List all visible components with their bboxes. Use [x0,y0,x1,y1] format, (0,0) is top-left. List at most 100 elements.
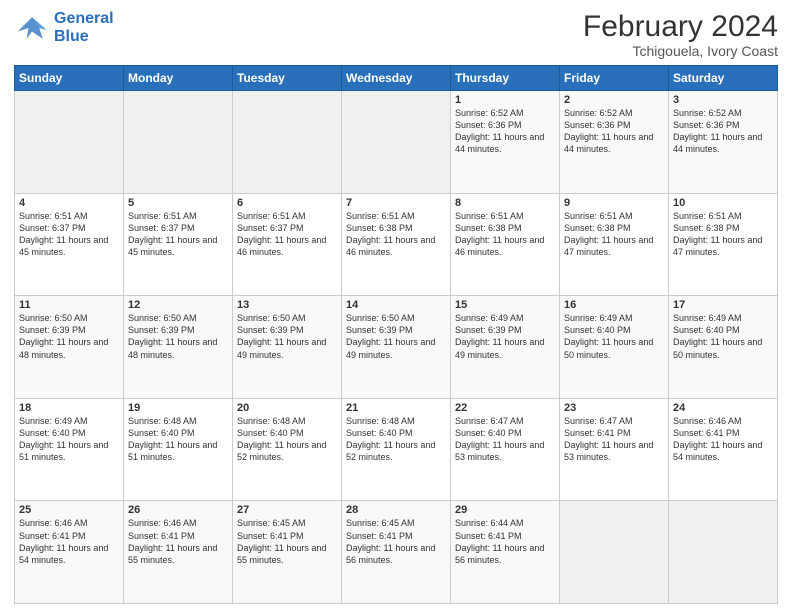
day-info: Sunrise: 6:50 AM Sunset: 6:39 PM Dayligh… [237,312,337,361]
day-info: Sunrise: 6:51 AM Sunset: 6:38 PM Dayligh… [346,210,446,259]
day-info: Sunrise: 6:51 AM Sunset: 6:38 PM Dayligh… [455,210,555,259]
calendar-week-row: 11Sunrise: 6:50 AM Sunset: 6:39 PM Dayli… [15,296,778,399]
day-info: Sunrise: 6:50 AM Sunset: 6:39 PM Dayligh… [19,312,119,361]
table-row: 23Sunrise: 6:47 AM Sunset: 6:41 PM Dayli… [560,398,669,501]
day-number: 16 [564,299,664,311]
day-info: Sunrise: 6:50 AM Sunset: 6:39 PM Dayligh… [128,312,228,361]
calendar-week-row: 18Sunrise: 6:49 AM Sunset: 6:40 PM Dayli… [15,398,778,501]
table-row: 2Sunrise: 6:52 AM Sunset: 6:36 PM Daylig… [560,91,669,194]
day-info: Sunrise: 6:51 AM Sunset: 6:38 PM Dayligh… [564,210,664,259]
table-row: 11Sunrise: 6:50 AM Sunset: 6:39 PM Dayli… [15,296,124,399]
day-number: 9 [564,197,664,209]
header: General Blue February 2024 Tchigouela, I… [14,10,778,59]
table-row: 22Sunrise: 6:47 AM Sunset: 6:40 PM Dayli… [451,398,560,501]
day-info: Sunrise: 6:52 AM Sunset: 6:36 PM Dayligh… [455,107,555,156]
table-row: 29Sunrise: 6:44 AM Sunset: 6:41 PM Dayli… [451,501,560,604]
day-number: 4 [19,197,119,209]
day-info: Sunrise: 6:51 AM Sunset: 6:38 PM Dayligh… [673,210,773,259]
day-number: 11 [19,299,119,311]
day-number: 10 [673,197,773,209]
day-number: 13 [237,299,337,311]
calendar-header-wednesday: Wednesday [342,66,451,91]
logo-bird-icon [14,10,50,46]
table-row: 7Sunrise: 6:51 AM Sunset: 6:38 PM Daylig… [342,193,451,296]
day-info: Sunrise: 6:47 AM Sunset: 6:40 PM Dayligh… [455,415,555,464]
calendar-header-sunday: Sunday [15,66,124,91]
day-number: 27 [237,504,337,516]
table-row: 28Sunrise: 6:45 AM Sunset: 6:41 PM Dayli… [342,501,451,604]
table-row [124,91,233,194]
day-number: 21 [346,402,446,414]
table-row: 6Sunrise: 6:51 AM Sunset: 6:37 PM Daylig… [233,193,342,296]
logo: General Blue [14,10,114,46]
calendar-header-saturday: Saturday [669,66,778,91]
table-row: 13Sunrise: 6:50 AM Sunset: 6:39 PM Dayli… [233,296,342,399]
table-row [15,91,124,194]
day-info: Sunrise: 6:51 AM Sunset: 6:37 PM Dayligh… [19,210,119,259]
table-row: 4Sunrise: 6:51 AM Sunset: 6:37 PM Daylig… [15,193,124,296]
day-info: Sunrise: 6:48 AM Sunset: 6:40 PM Dayligh… [346,415,446,464]
table-row: 14Sunrise: 6:50 AM Sunset: 6:39 PM Dayli… [342,296,451,399]
table-row: 24Sunrise: 6:46 AM Sunset: 6:41 PM Dayli… [669,398,778,501]
day-number: 18 [19,402,119,414]
day-number: 23 [564,402,664,414]
day-number: 6 [237,197,337,209]
day-info: Sunrise: 6:49 AM Sunset: 6:40 PM Dayligh… [19,415,119,464]
day-info: Sunrise: 6:52 AM Sunset: 6:36 PM Dayligh… [673,107,773,156]
table-row: 19Sunrise: 6:48 AM Sunset: 6:40 PM Dayli… [124,398,233,501]
logo-general: General [54,10,114,27]
table-row [233,91,342,194]
table-row: 12Sunrise: 6:50 AM Sunset: 6:39 PM Dayli… [124,296,233,399]
day-info: Sunrise: 6:45 AM Sunset: 6:41 PM Dayligh… [346,517,446,566]
table-row: 10Sunrise: 6:51 AM Sunset: 6:38 PM Dayli… [669,193,778,296]
calendar-header-row: SundayMondayTuesdayWednesdayThursdayFrid… [15,66,778,91]
table-row: 3Sunrise: 6:52 AM Sunset: 6:36 PM Daylig… [669,91,778,194]
calendar-header-thursday: Thursday [451,66,560,91]
table-row: 27Sunrise: 6:45 AM Sunset: 6:41 PM Dayli… [233,501,342,604]
day-number: 5 [128,197,228,209]
table-row: 17Sunrise: 6:49 AM Sunset: 6:40 PM Dayli… [669,296,778,399]
table-row: 5Sunrise: 6:51 AM Sunset: 6:37 PM Daylig… [124,193,233,296]
day-info: Sunrise: 6:46 AM Sunset: 6:41 PM Dayligh… [19,517,119,566]
table-row [560,501,669,604]
day-number: 14 [346,299,446,311]
table-row: 20Sunrise: 6:48 AM Sunset: 6:40 PM Dayli… [233,398,342,501]
table-row: 15Sunrise: 6:49 AM Sunset: 6:39 PM Dayli… [451,296,560,399]
day-number: 15 [455,299,555,311]
calendar-week-row: 4Sunrise: 6:51 AM Sunset: 6:37 PM Daylig… [15,193,778,296]
calendar-header-friday: Friday [560,66,669,91]
day-number: 12 [128,299,228,311]
month-title: February 2024 [583,10,778,43]
table-row: 1Sunrise: 6:52 AM Sunset: 6:36 PM Daylig… [451,91,560,194]
day-info: Sunrise: 6:52 AM Sunset: 6:36 PM Dayligh… [564,107,664,156]
day-number: 1 [455,94,555,106]
table-row [342,91,451,194]
day-number: 25 [19,504,119,516]
day-number: 24 [673,402,773,414]
day-info: Sunrise: 6:48 AM Sunset: 6:40 PM Dayligh… [128,415,228,464]
day-number: 22 [455,402,555,414]
table-row: 21Sunrise: 6:48 AM Sunset: 6:40 PM Dayli… [342,398,451,501]
page: General Blue February 2024 Tchigouela, I… [0,0,792,612]
calendar-week-row: 25Sunrise: 6:46 AM Sunset: 6:41 PM Dayli… [15,501,778,604]
day-info: Sunrise: 6:44 AM Sunset: 6:41 PM Dayligh… [455,517,555,566]
day-number: 28 [346,504,446,516]
day-number: 3 [673,94,773,106]
title-block: February 2024 Tchigouela, Ivory Coast [583,10,778,59]
day-info: Sunrise: 6:50 AM Sunset: 6:39 PM Dayligh… [346,312,446,361]
day-info: Sunrise: 6:51 AM Sunset: 6:37 PM Dayligh… [128,210,228,259]
day-number: 20 [237,402,337,414]
day-number: 2 [564,94,664,106]
calendar-header-tuesday: Tuesday [233,66,342,91]
day-number: 17 [673,299,773,311]
day-number: 8 [455,197,555,209]
day-info: Sunrise: 6:51 AM Sunset: 6:37 PM Dayligh… [237,210,337,259]
day-info: Sunrise: 6:49 AM Sunset: 6:39 PM Dayligh… [455,312,555,361]
calendar-table: SundayMondayTuesdayWednesdayThursdayFrid… [14,65,778,604]
calendar-week-row: 1Sunrise: 6:52 AM Sunset: 6:36 PM Daylig… [15,91,778,194]
table-row: 18Sunrise: 6:49 AM Sunset: 6:40 PM Dayli… [15,398,124,501]
day-info: Sunrise: 6:49 AM Sunset: 6:40 PM Dayligh… [673,312,773,361]
table-row [669,501,778,604]
day-number: 29 [455,504,555,516]
day-info: Sunrise: 6:46 AM Sunset: 6:41 PM Dayligh… [673,415,773,464]
